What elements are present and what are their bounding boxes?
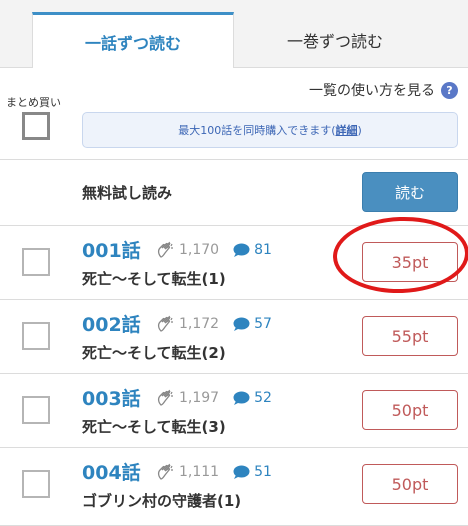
- episode-row: 003話 1,197 52 死亡〜そして転生(3) 50pt: [0, 374, 468, 448]
- bulk-notice-text: 最大100話を同時購入できます(: [178, 124, 336, 137]
- free-trial-row: 無料試し読み 読む: [0, 160, 468, 226]
- clap-count: 1,172: [179, 316, 220, 332]
- episode-number[interactable]: 002話: [82, 310, 141, 337]
- free-trial-label: 無料試し読み: [82, 184, 173, 202]
- comment-icon: [233, 465, 250, 479]
- clap-icon: [157, 389, 173, 406]
- clap-icon: [157, 241, 173, 258]
- bulk-purchase-section: まとめ買い 一覧の使い方を見る ? 最大100話を同時購入できます(詳細): [0, 68, 468, 160]
- episode-title[interactable]: ゴブリン村の守護者(1): [82, 490, 241, 511]
- bulk-purchase-label: まとめ買い: [6, 96, 61, 109]
- clap-count: 1,111: [179, 464, 220, 480]
- price-button[interactable]: 55pt: [362, 316, 458, 356]
- clap-icon: [157, 463, 173, 480]
- comment-icon: [233, 243, 250, 257]
- clap-count: 1,197: [179, 390, 220, 406]
- episode-title[interactable]: 死亡〜そして転生(2): [82, 342, 226, 363]
- bulk-purchase-checkbox[interactable]: [22, 112, 50, 140]
- episode-stats: 1,197 52: [155, 388, 272, 408]
- episode-stats: 1,172 57: [155, 314, 272, 334]
- episode-stats: 1,170 81: [155, 240, 272, 260]
- howto-link[interactable]: 一覧の使い方を見る ?: [309, 80, 458, 100]
- episode-title[interactable]: 死亡〜そして転生(1): [82, 268, 226, 289]
- episode-tabs: 一話ずつ読む 一巻ずつ読む: [0, 0, 468, 69]
- episode-row: 001話 1,170 81 死亡〜そして転生(1) 35pt: [0, 226, 468, 300]
- clap-icon: [157, 315, 173, 332]
- episode-row: 002話 1,172 57 死亡〜そして転生(2) 55pt: [0, 300, 468, 374]
- comment-icon: [233, 317, 250, 331]
- help-icon: ?: [441, 81, 458, 99]
- bulk-notice: 最大100話を同時購入できます(詳細): [82, 112, 458, 148]
- price-button[interactable]: 50pt: [362, 464, 458, 504]
- episode-checkbox[interactable]: [22, 248, 50, 276]
- episode-title[interactable]: 死亡〜そして転生(3): [82, 416, 226, 437]
- comment-count: 51: [254, 464, 272, 480]
- episode-checkbox[interactable]: [22, 396, 50, 424]
- episode-number[interactable]: 004話: [82, 458, 141, 485]
- comment-count: 52: [254, 390, 272, 406]
- comment-count: 81: [254, 242, 272, 258]
- tab-read-by-volume[interactable]: 一巻ずつ読む: [234, 12, 436, 68]
- episode-row: 004話 1,111 51 ゴブリン村の守護者(1) 50pt: [0, 448, 468, 526]
- episode-number[interactable]: 001話: [82, 236, 141, 263]
- howto-label: 一覧の使い方を見る: [309, 83, 435, 99]
- episode-checkbox[interactable]: [22, 470, 50, 498]
- episode-checkbox[interactable]: [22, 322, 50, 350]
- comment-icon: [233, 391, 250, 405]
- episode-number[interactable]: 003話: [82, 384, 141, 411]
- bulk-detail-link[interactable]: 詳細: [336, 122, 358, 138]
- bulk-notice-close: ): [357, 123, 362, 137]
- comment-count: 57: [254, 316, 272, 332]
- tab-read-by-episode[interactable]: 一話ずつ読む: [32, 12, 234, 69]
- clap-count: 1,170: [179, 242, 220, 258]
- episode-stats: 1,111 51: [155, 462, 272, 482]
- price-button[interactable]: 35pt: [362, 242, 458, 282]
- read-button[interactable]: 読む: [362, 172, 458, 212]
- price-button[interactable]: 50pt: [362, 390, 458, 430]
